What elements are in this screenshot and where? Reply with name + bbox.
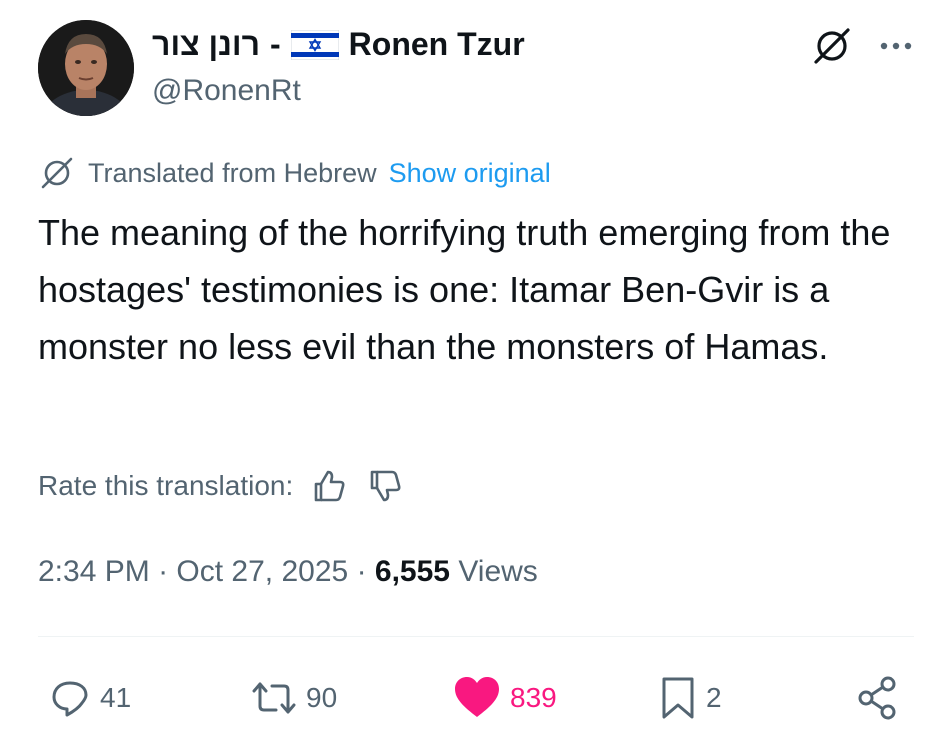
heart-icon <box>455 677 499 717</box>
repost-count: 90 <box>306 682 338 713</box>
thumbs-down-icon[interactable] <box>365 466 405 506</box>
tweet-text: The meaning of the horrifying truth emer… <box>38 212 891 367</box>
views-label: Views <box>458 555 538 588</box>
reply-count: 41 <box>100 682 132 713</box>
israel-flag-icon <box>290 29 340 60</box>
tweet-date[interactable]: Oct 27, 2025 <box>176 555 348 588</box>
name-separator: - <box>270 26 281 62</box>
tweet-header: רונן צור - Ronen Tzur @RonenRt <box>38 18 918 118</box>
tweet-meta: 2:34 PM · Oct 27, 2025 · 6,555 Views <box>38 555 538 589</box>
author-name-row[interactable]: רונן צור - Ronen Tzur <box>152 26 525 63</box>
views-count[interactable]: 6,555 <box>375 555 450 588</box>
share-button[interactable] <box>856 668 908 728</box>
like-button[interactable]: 839 <box>452 668 557 728</box>
rate-translation-row: Rate this translation: <box>38 466 405 506</box>
repost-button[interactable]: 90 <box>250 668 337 728</box>
tweet-time[interactable]: 2:34 PM <box>38 555 150 588</box>
reply-icon <box>52 681 88 717</box>
divider <box>38 636 914 637</box>
rate-translation-label: Rate this translation: <box>38 470 294 501</box>
meta-separator: · <box>356 555 367 588</box>
avatar[interactable] <box>38 20 134 116</box>
like-count: 839 <box>510 682 557 713</box>
grok-translate-icon <box>38 154 76 192</box>
author-handle[interactable]: @RonenRt <box>152 74 301 108</box>
bookmark-count: 2 <box>706 682 722 713</box>
author-display-name: Ronen Tzur <box>348 26 525 62</box>
author-name-hebrew: רונן צור <box>152 26 261 62</box>
translation-notice: Translated from Hebrew Show original <box>38 154 551 192</box>
bookmark-button[interactable]: 2 <box>658 668 722 728</box>
reply-button[interactable]: 41 <box>48 668 131 728</box>
thumbs-up-icon[interactable] <box>309 466 349 506</box>
meta-separator: · <box>158 555 169 588</box>
translated-label: Translated from Hebrew <box>88 157 377 188</box>
repost-icon <box>252 682 296 714</box>
grok-icon[interactable] <box>810 24 854 68</box>
show-original-link[interactable]: Show original <box>389 158 551 189</box>
share-icon <box>858 676 896 720</box>
more-options-icon[interactable] <box>874 26 918 66</box>
action-bar: 41 90 839 2 <box>38 668 918 728</box>
bookmark-icon <box>662 677 694 719</box>
